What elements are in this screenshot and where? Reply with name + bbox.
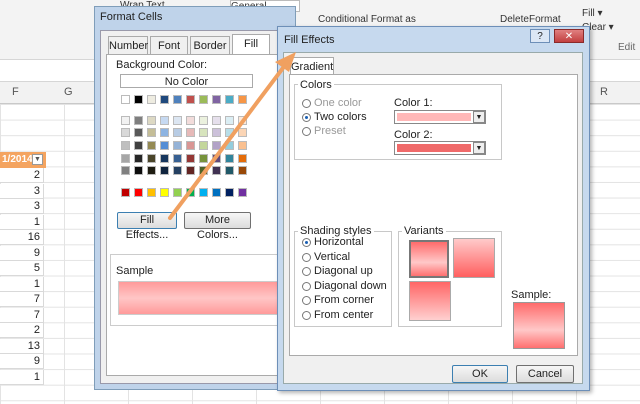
arrow-shaft bbox=[168, 62, 288, 220]
arrowhead-icon bbox=[275, 52, 296, 72]
annotation-arrow bbox=[168, 52, 296, 220]
